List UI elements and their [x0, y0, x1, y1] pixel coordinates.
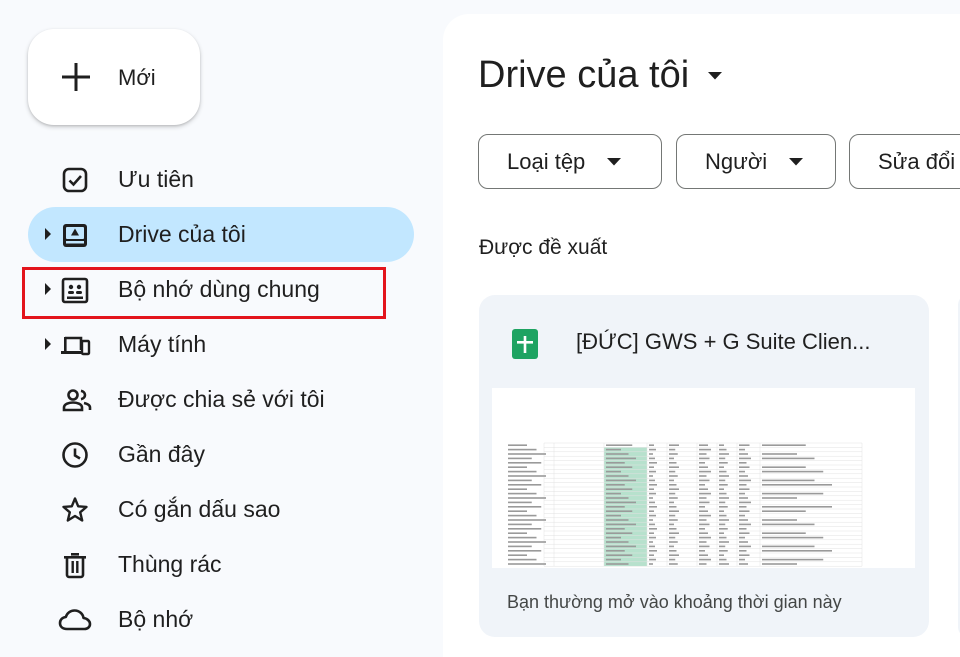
filter-modified[interactable]: Sửa đổi	[849, 134, 960, 189]
sidebar-item-shared-with-me[interactable]: Được chia sẻ với tôi	[28, 372, 414, 427]
sidebar-item-label: Drive của tôi	[118, 221, 246, 247]
my-drive-icon	[63, 224, 87, 247]
sidebar-item-priority[interactable]: Ưu tiên	[28, 152, 414, 207]
page-title-text: Drive của tôi	[478, 54, 690, 96]
sidebar-item-label: Bộ nhớ	[118, 606, 194, 632]
caret-right-icon[interactable]	[44, 337, 52, 351]
filter-file-type[interactable]: Loại tệp	[478, 134, 662, 189]
new-button-label: Mới	[118, 65, 156, 90]
chevron-down-icon	[607, 157, 622, 165]
filter-label: Loại tệp	[507, 148, 586, 174]
priority-check-icon	[62, 167, 88, 193]
sidebar-item-my-drive[interactable]: Drive của tôi	[28, 207, 414, 262]
suggested-heading: Được đề xuất	[479, 236, 608, 259]
google-sheets-icon	[512, 329, 538, 359]
sidebar-item-label: Gần đây	[118, 441, 205, 467]
filter-label: Sửa đổi	[878, 148, 956, 174]
new-button[interactable]: Mới	[28, 29, 200, 125]
computers-icon	[61, 336, 91, 356]
sidebar-item-recent[interactable]: Gần đây	[28, 427, 414, 482]
sidebar-item-label: Được chia sẻ với tôi	[118, 386, 325, 412]
caret-right-icon[interactable]	[44, 227, 52, 241]
highlight-annotation	[22, 267, 386, 319]
plus-icon	[62, 63, 90, 91]
sidebar-item-starred[interactable]: Có gắn dấu sao	[28, 482, 414, 537]
clock-icon	[62, 442, 88, 468]
trash-icon	[64, 553, 86, 579]
sidebar-item-trash[interactable]: Thùng rác	[28, 537, 414, 592]
file-reason: Bạn thường mở vào khoảng thời gian này	[507, 592, 842, 612]
filter-people[interactable]: Người	[676, 134, 836, 189]
shared-with-me-icon	[62, 389, 92, 412]
chevron-down-icon	[789, 157, 804, 165]
file-name: [ĐỨC] GWS + G Suite Clien...	[576, 329, 871, 354]
suggested-file-card[interactable]: [ĐỨC] GWS + G Suite Clien... Bạn thường …	[479, 295, 929, 637]
filter-label: Người	[705, 148, 768, 174]
cloud-icon	[58, 609, 92, 631]
sidebar-item-label: Ưu tiên	[118, 166, 194, 192]
sidebar-item-storage[interactable]: Bộ nhớ	[28, 592, 414, 647]
star-icon	[62, 497, 88, 522]
dropdown-arrow-icon	[708, 71, 723, 79]
sidebar-item-label: Máy tính	[118, 331, 207, 357]
sidebar-item-label: Thùng rác	[118, 551, 222, 577]
sidebar-item-computers[interactable]: Máy tính	[28, 317, 414, 372]
page-title[interactable]: Drive của tôi	[478, 54, 723, 97]
sidebar-item-label: Có gắn dấu sao	[118, 496, 281, 522]
spreadsheet-preview	[492, 388, 915, 568]
main-content: Drive của tôi Loại tệp Người Sửa đổi Đượ…	[443, 14, 960, 657]
